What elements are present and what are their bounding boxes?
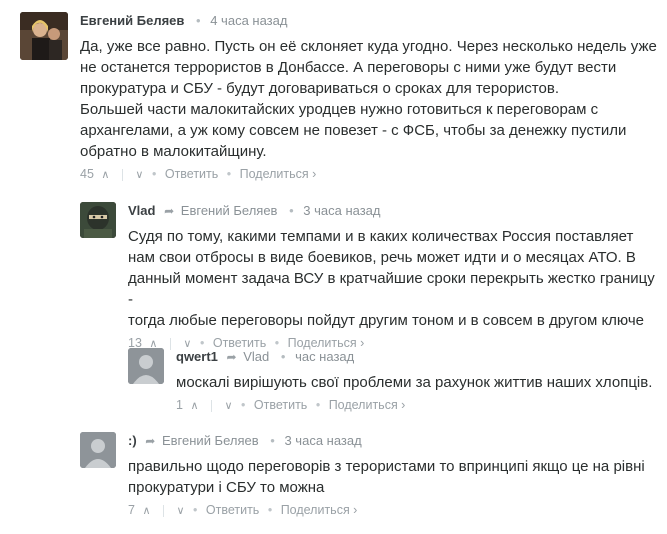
avatar[interactable] xyxy=(80,202,116,238)
reply-link[interactable]: Ответить xyxy=(254,398,307,412)
separator-bullet: • xyxy=(289,203,294,218)
author-name[interactable]: qwert1 xyxy=(176,349,218,364)
reply-to-name[interactable]: Евгений Беляев xyxy=(162,433,259,448)
comment-footer: 45 ∧ ∨ • Ответить • Поделиться › xyxy=(80,166,660,183)
comment-header: :) ➦ Евгений Беляев • 3 часа назад xyxy=(128,432,660,450)
comment-line: Да, уже все равно. Пусть он её склоняет … xyxy=(80,38,657,55)
reply-arrow-icon: ➦ xyxy=(145,434,156,448)
upvote-icon[interactable]: ∧ xyxy=(190,400,198,412)
author-name[interactable]: Vlad xyxy=(128,203,155,218)
comment-text: правильно щодо переговорів з терористами… xyxy=(128,456,660,498)
downvote-icon[interactable]: ∨ xyxy=(224,400,232,412)
separator-dot: • xyxy=(226,167,232,181)
reply-link[interactable]: Ответить xyxy=(165,167,218,181)
comment-header: Евгений Беляев • 4 часа назад xyxy=(80,12,660,30)
avatar-photo-icon xyxy=(80,202,116,238)
vote-count: 1 xyxy=(176,398,183,412)
comment-line: не останется террористов в Донбассе. А п… xyxy=(80,59,617,76)
share-link[interactable]: Поделиться › xyxy=(329,398,406,412)
comment-line: тогда любые переговоры пойдут другим тон… xyxy=(128,312,644,329)
default-avatar-icon xyxy=(128,348,164,384)
downvote-icon[interactable]: ∨ xyxy=(135,169,143,181)
author-name[interactable]: :) xyxy=(128,433,137,448)
default-avatar-icon xyxy=(80,432,116,468)
comment-line: Судя по тому, какими темпами и в каких к… xyxy=(128,228,634,245)
comment-line: прокуратури і СБУ то можна xyxy=(128,479,325,496)
timestamp[interactable]: час назад xyxy=(295,349,354,364)
separator-dot: • xyxy=(241,398,246,412)
comment-line: москалі вирішують свої проблеми за рахун… xyxy=(176,374,653,391)
avatar-photo-icon xyxy=(20,12,68,60)
divider xyxy=(210,399,212,412)
upvote-icon[interactable]: ∧ xyxy=(101,169,109,181)
comment-body: Vlad ➦ Евгений Беляев • 3 часа назад Суд… xyxy=(128,202,660,352)
separator-dot: • xyxy=(267,503,273,517)
separator-bullet: • xyxy=(270,433,275,448)
avatar[interactable] xyxy=(20,12,68,60)
comment-line: данный момент задача ВСУ в кратчайшие ср… xyxy=(128,270,655,308)
comment-line: правильно щодо переговорів з терористами… xyxy=(128,458,645,475)
comment-body: qwert1 ➦ Vlad • час назад москалі вирішу… xyxy=(176,348,660,414)
comment-line: Большей части малокитайских уродцев нужн… xyxy=(80,101,599,118)
separator-dot: • xyxy=(151,167,157,181)
reply-to-name[interactable]: Евгений Беляев xyxy=(181,203,278,218)
reply-arrow-icon: ➦ xyxy=(226,350,237,364)
separator-dot: • xyxy=(193,503,198,517)
avatar[interactable] xyxy=(128,348,164,384)
reply-to-name[interactable]: Vlad xyxy=(243,349,269,364)
vote-count: 7 xyxy=(128,503,135,517)
separator-bullet: • xyxy=(280,349,286,364)
comment-body: :) ➦ Евгений Беляев • 3 часа назад прави… xyxy=(128,432,660,519)
share-link[interactable]: Поделиться › xyxy=(281,503,358,517)
reply-arrow-icon: ➦ xyxy=(164,204,175,218)
timestamp[interactable]: 4 часа назад xyxy=(210,13,287,28)
avatar[interactable] xyxy=(80,432,116,468)
comment-line: архангелами, а уж кому совсем не повезет… xyxy=(80,122,627,139)
comment-line: обратно в малокитайщину. xyxy=(80,143,267,160)
upvote-icon[interactable]: ∧ xyxy=(142,505,150,517)
comment-header: Vlad ➦ Евгений Беляев • 3 часа назад xyxy=(128,202,660,220)
comment-line: прокуратура и СБУ - будут договариваться… xyxy=(80,80,559,97)
reply-link[interactable]: Ответить xyxy=(206,503,259,517)
comment-line: нам свои отбросы в виде боевиков, речь м… xyxy=(128,249,636,266)
vote-count: 45 xyxy=(80,167,94,181)
divider xyxy=(162,504,164,517)
separator-dot: • xyxy=(315,398,321,412)
comment-header: qwert1 ➦ Vlad • час назад xyxy=(176,348,660,366)
share-link[interactable]: Поделиться › xyxy=(240,167,317,181)
comment-body: Евгений Беляев • 4 часа назад Да, уже вс… xyxy=(80,12,660,183)
comment-text: Судя по тому, какими темпами и в каких к… xyxy=(128,226,660,331)
separator-bullet: • xyxy=(196,13,201,28)
timestamp[interactable]: 3 часа назад xyxy=(303,203,380,218)
divider xyxy=(169,337,171,350)
comment-footer: 7 ∧ ∨ • Ответить • Поделиться › xyxy=(128,502,660,519)
divider xyxy=(121,168,123,181)
comment-text: Да, уже все равно. Пусть он её склоняет … xyxy=(80,36,660,162)
author-name[interactable]: Евгений Беляев xyxy=(80,13,184,28)
timestamp[interactable]: 3 часа назад xyxy=(284,433,361,448)
downvote-icon[interactable]: ∨ xyxy=(176,505,184,517)
comment-text: москалі вирішують свої проблеми за рахун… xyxy=(176,372,660,393)
comment-footer: 1 ∧ ∨ • Ответить • Поделиться › xyxy=(176,397,660,414)
